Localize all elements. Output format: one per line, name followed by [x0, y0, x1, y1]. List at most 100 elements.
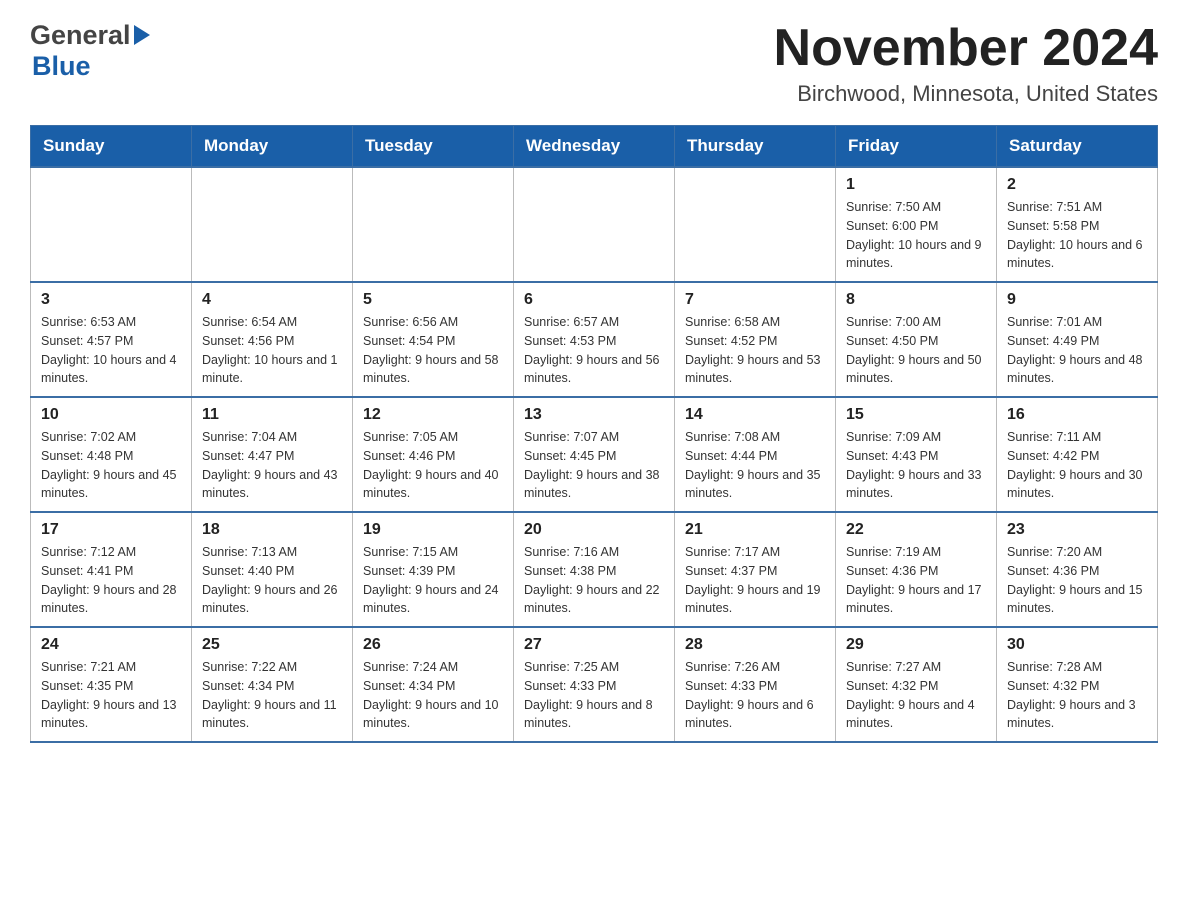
day-info: Sunrise: 7:50 AM Sunset: 6:00 PM Dayligh…: [846, 198, 986, 273]
calendar-cell: 23 Sunrise: 7:20 AM Sunset: 4:36 PM Dayli…: [997, 512, 1158, 627]
title-block: November 2024 Birchwood, Minnesota, Unit…: [774, 20, 1158, 107]
day-number: 30: [1007, 636, 1147, 654]
day-number: 22: [846, 521, 986, 539]
calendar-cell: 30 Sunrise: 7:28 AM Sunset: 4:32 PM Dayli…: [997, 627, 1158, 742]
day-info: Sunrise: 6:53 AM Sunset: 4:57 PM Dayligh…: [41, 313, 181, 388]
weekday-header-sunday: Sunday: [31, 126, 192, 168]
calendar-cell: 15 Sunrise: 7:09 AM Sunset: 4:43 PM Dayli…: [836, 397, 997, 512]
day-info: Sunrise: 7:02 AM Sunset: 4:48 PM Dayligh…: [41, 428, 181, 503]
calendar-cell: 19 Sunrise: 7:15 AM Sunset: 4:39 PM Dayli…: [353, 512, 514, 627]
day-number: 16: [1007, 406, 1147, 424]
day-number: 2: [1007, 176, 1147, 194]
day-info: Sunrise: 6:57 AM Sunset: 4:53 PM Dayligh…: [524, 313, 664, 388]
day-info: Sunrise: 7:13 AM Sunset: 4:40 PM Dayligh…: [202, 543, 342, 618]
day-info: Sunrise: 7:25 AM Sunset: 4:33 PM Dayligh…: [524, 658, 664, 733]
weekday-header-tuesday: Tuesday: [353, 126, 514, 168]
weekday-header-saturday: Saturday: [997, 126, 1158, 168]
day-info: Sunrise: 7:19 AM Sunset: 4:36 PM Dayligh…: [846, 543, 986, 618]
calendar-cell: 27 Sunrise: 7:25 AM Sunset: 4:33 PM Dayli…: [514, 627, 675, 742]
day-info: Sunrise: 7:20 AM Sunset: 4:36 PM Dayligh…: [1007, 543, 1147, 618]
calendar-cell: 20Sunrise: 7:16 AM Sunset: 4:38 PM Dayli…: [514, 512, 675, 627]
day-number: 6: [524, 291, 664, 309]
day-info: Sunrise: 7:12 AM Sunset: 4:41 PM Dayligh…: [41, 543, 181, 618]
day-info: Sunrise: 7:01 AM Sunset: 4:49 PM Dayligh…: [1007, 313, 1147, 388]
calendar-cell: 6 Sunrise: 6:57 AM Sunset: 4:53 PM Daylig…: [514, 282, 675, 397]
weekday-header-thursday: Thursday: [675, 126, 836, 168]
calendar-cell: 16 Sunrise: 7:11 AM Sunset: 4:42 PM Dayli…: [997, 397, 1158, 512]
calendar-cell: 7 Sunrise: 6:58 AM Sunset: 4:52 PM Daylig…: [675, 282, 836, 397]
calendar-cell: [514, 167, 675, 282]
day-info: Sunrise: 7:27 AM Sunset: 4:32 PM Dayligh…: [846, 658, 986, 733]
page-header: General Blue November 2024 Birchwood, Mi…: [30, 20, 1158, 107]
calendar-table: SundayMondayTuesdayWednesdayThursdayFrid…: [30, 125, 1158, 743]
day-info: Sunrise: 7:08 AM Sunset: 4:44 PM Dayligh…: [685, 428, 825, 503]
weekday-header-monday: Monday: [192, 126, 353, 168]
weekday-header-wednesday: Wednesday: [514, 126, 675, 168]
day-number: 7: [685, 291, 825, 309]
day-info: Sunrise: 7:09 AM Sunset: 4:43 PM Dayligh…: [846, 428, 986, 503]
calendar-cell: 3Sunrise: 6:53 AM Sunset: 4:57 PM Daylig…: [31, 282, 192, 397]
calendar-cell: 28 Sunrise: 7:26 AM Sunset: 4:33 PM Dayli…: [675, 627, 836, 742]
logo: General Blue: [30, 20, 150, 82]
weekday-header-friday: Friday: [836, 126, 997, 168]
day-info: Sunrise: 7:21 AM Sunset: 4:35 PM Dayligh…: [41, 658, 181, 733]
calendar-week-row: 1 Sunrise: 7:50 AM Sunset: 6:00 PM Daylig…: [31, 167, 1158, 282]
calendar-cell: 8 Sunrise: 7:00 AM Sunset: 4:50 PM Daylig…: [836, 282, 997, 397]
calendar-cell: 14 Sunrise: 7:08 AM Sunset: 4:44 PM Dayli…: [675, 397, 836, 512]
calendar-week-row: 10 Sunrise: 7:02 AM Sunset: 4:48 PM Dayli…: [31, 397, 1158, 512]
weekday-header-row: SundayMondayTuesdayWednesdayThursdayFrid…: [31, 126, 1158, 168]
logo-general-text: General: [30, 20, 131, 51]
day-info: Sunrise: 6:58 AM Sunset: 4:52 PM Dayligh…: [685, 313, 825, 388]
day-number: 23: [1007, 521, 1147, 539]
day-number: 10: [41, 406, 181, 424]
calendar-cell: 1 Sunrise: 7:50 AM Sunset: 6:00 PM Daylig…: [836, 167, 997, 282]
day-number: 15: [846, 406, 986, 424]
day-number: 12: [363, 406, 503, 424]
day-info: Sunrise: 6:56 AM Sunset: 4:54 PM Dayligh…: [363, 313, 503, 388]
calendar-cell: 4Sunrise: 6:54 AM Sunset: 4:56 PM Daylig…: [192, 282, 353, 397]
day-info: Sunrise: 7:26 AM Sunset: 4:33 PM Dayligh…: [685, 658, 825, 733]
day-info: Sunrise: 7:05 AM Sunset: 4:46 PM Dayligh…: [363, 428, 503, 503]
day-number: 28: [685, 636, 825, 654]
calendar-cell: [675, 167, 836, 282]
calendar-title: November 2024: [774, 20, 1158, 77]
day-info: Sunrise: 7:22 AM Sunset: 4:34 PM Dayligh…: [202, 658, 342, 733]
day-info: Sunrise: 7:16 AM Sunset: 4:38 PM Dayligh…: [524, 543, 664, 618]
day-number: 27: [524, 636, 664, 654]
day-number: 29: [846, 636, 986, 654]
calendar-cell: 24 Sunrise: 7:21 AM Sunset: 4:35 PM Dayli…: [31, 627, 192, 742]
day-info: Sunrise: 7:28 AM Sunset: 4:32 PM Dayligh…: [1007, 658, 1147, 733]
day-number: 19: [363, 521, 503, 539]
day-info: Sunrise: 7:07 AM Sunset: 4:45 PM Dayligh…: [524, 428, 664, 503]
logo-arrow-icon: [134, 25, 150, 45]
calendar-cell: 13 Sunrise: 7:07 AM Sunset: 4:45 PM Dayli…: [514, 397, 675, 512]
day-number: 11: [202, 406, 342, 424]
day-number: 17: [41, 521, 181, 539]
calendar-cell: 11 Sunrise: 7:04 AM Sunset: 4:47 PM Dayli…: [192, 397, 353, 512]
day-info: Sunrise: 7:24 AM Sunset: 4:34 PM Dayligh…: [363, 658, 503, 733]
day-number: 14: [685, 406, 825, 424]
calendar-cell: 17 Sunrise: 7:12 AM Sunset: 4:41 PM Dayli…: [31, 512, 192, 627]
calendar-cell: 18 Sunrise: 7:13 AM Sunset: 4:40 PM Dayli…: [192, 512, 353, 627]
day-info: Sunrise: 7:11 AM Sunset: 4:42 PM Dayligh…: [1007, 428, 1147, 503]
day-info: Sunrise: 6:54 AM Sunset: 4:56 PM Dayligh…: [202, 313, 342, 388]
day-number: 21: [685, 521, 825, 539]
calendar-cell: 22 Sunrise: 7:19 AM Sunset: 4:36 PM Dayli…: [836, 512, 997, 627]
calendar-cell: 5 Sunrise: 6:56 AM Sunset: 4:54 PM Daylig…: [353, 282, 514, 397]
calendar-week-row: 17 Sunrise: 7:12 AM Sunset: 4:41 PM Dayli…: [31, 512, 1158, 627]
day-number: 5: [363, 291, 503, 309]
calendar-cell: 26 Sunrise: 7:24 AM Sunset: 4:34 PM Dayli…: [353, 627, 514, 742]
day-info: Sunrise: 7:15 AM Sunset: 4:39 PM Dayligh…: [363, 543, 503, 618]
day-number: 24: [41, 636, 181, 654]
day-number: 8: [846, 291, 986, 309]
day-number: 18: [202, 521, 342, 539]
day-info: Sunrise: 7:04 AM Sunset: 4:47 PM Dayligh…: [202, 428, 342, 503]
day-info: Sunrise: 7:00 AM Sunset: 4:50 PM Dayligh…: [846, 313, 986, 388]
calendar-cell: 2Sunrise: 7:51 AM Sunset: 5:58 PM Daylig…: [997, 167, 1158, 282]
day-number: 1: [846, 176, 986, 194]
calendar-cell: [31, 167, 192, 282]
calendar-cell: 9Sunrise: 7:01 AM Sunset: 4:49 PM Daylig…: [997, 282, 1158, 397]
day-number: 26: [363, 636, 503, 654]
day-number: 13: [524, 406, 664, 424]
calendar-cell: 21Sunrise: 7:17 AM Sunset: 4:37 PM Dayli…: [675, 512, 836, 627]
